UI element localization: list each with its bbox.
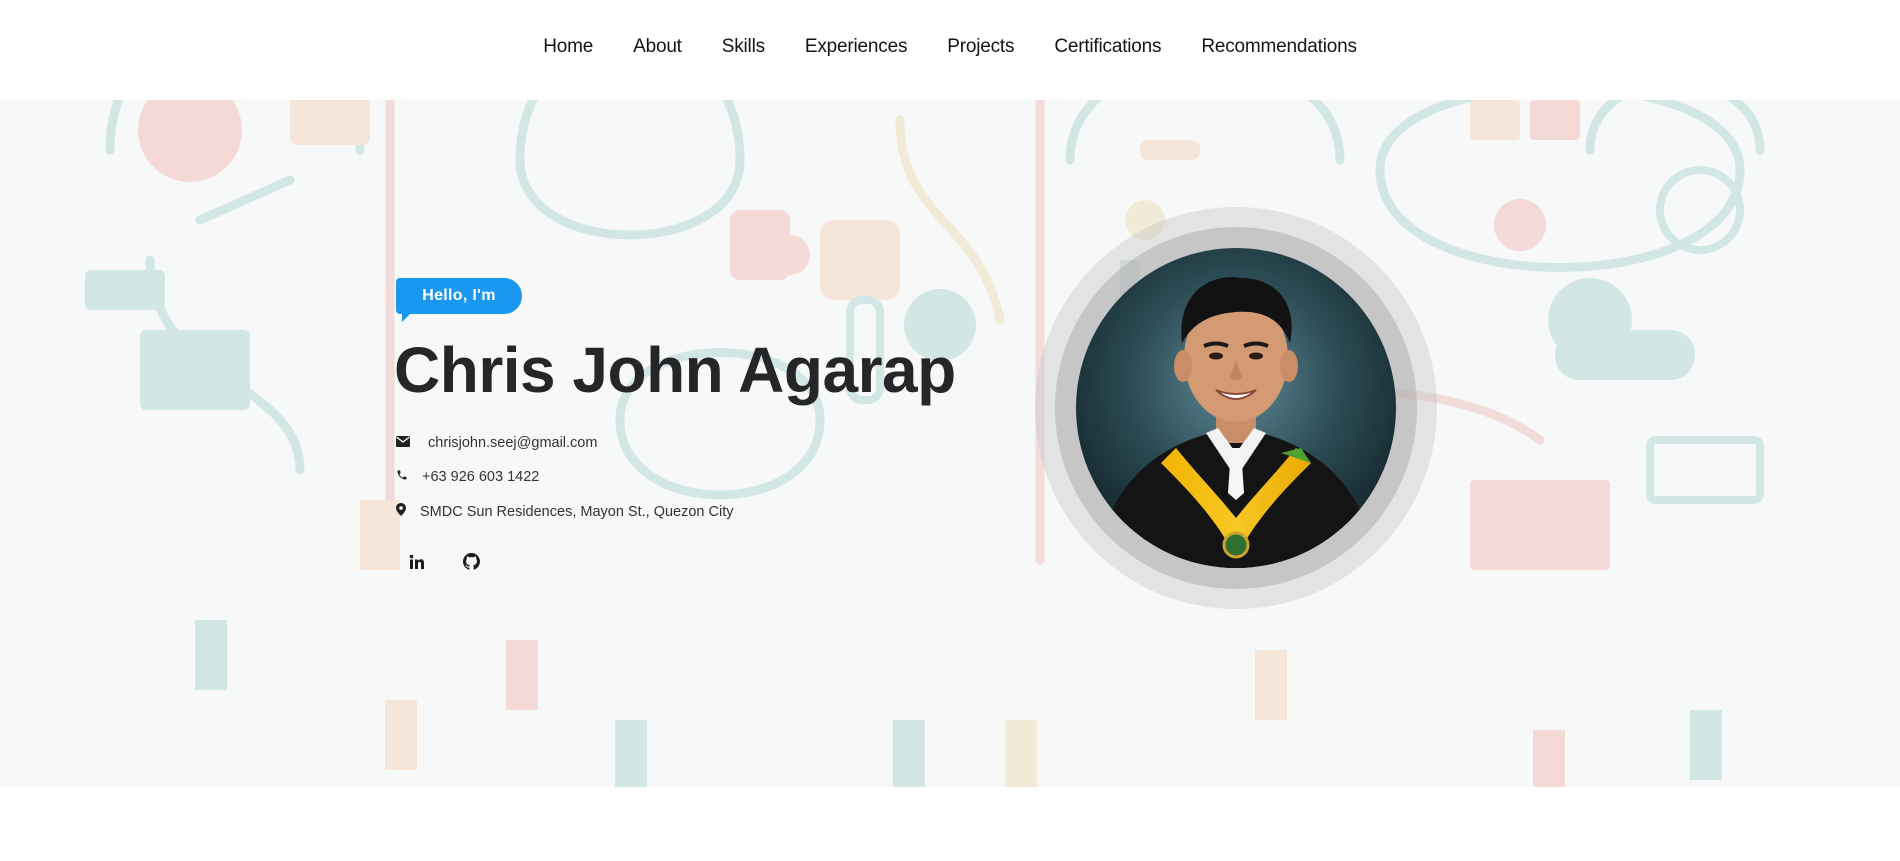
greeting-text: Hello, I'm bbox=[422, 287, 496, 304]
envelope-icon bbox=[396, 435, 414, 451]
top-navigation: Home About Skills Experiences Projects C… bbox=[0, 0, 1900, 100]
nav-skills[interactable]: Skills bbox=[702, 36, 785, 57]
hero-background-illustration bbox=[85, 100, 1765, 787]
nav-recommendations[interactable]: Recommendations bbox=[1181, 36, 1376, 57]
profile-photo-graphic bbox=[1076, 248, 1396, 568]
linkedin-link[interactable] bbox=[399, 549, 435, 579]
github-link[interactable] bbox=[453, 549, 489, 579]
linkedin-icon bbox=[409, 554, 425, 575]
contact-phone: +63 926 603 1422 bbox=[396, 469, 539, 485]
profile-name: Chris John Agarap bbox=[394, 334, 956, 406]
page: Home About Skills Experiences Projects C… bbox=[0, 0, 1900, 861]
contact-address: SMDC Sun Residences, Mayon St., Quezon C… bbox=[396, 503, 734, 520]
nav-home[interactable]: Home bbox=[523, 36, 613, 57]
profile-photo bbox=[1076, 248, 1396, 568]
map-marker-icon bbox=[396, 503, 414, 520]
email-text[interactable]: chrisjohn.seej@gmail.com bbox=[428, 435, 597, 451]
nav-about[interactable]: About bbox=[613, 36, 702, 57]
nav-list: Home About Skills Experiences Projects C… bbox=[0, 0, 1900, 94]
hero-section bbox=[0, 100, 1900, 787]
greeting-badge: Hello, I'm bbox=[396, 278, 522, 322]
below-hero-area bbox=[0, 787, 1900, 861]
phone-icon bbox=[396, 469, 414, 485]
nav-experiences[interactable]: Experiences bbox=[785, 36, 927, 57]
phone-text[interactable]: +63 926 603 1422 bbox=[422, 469, 539, 485]
nav-certifications[interactable]: Certifications bbox=[1034, 36, 1181, 57]
contact-email: chrisjohn.seej@gmail.com bbox=[396, 435, 597, 451]
address-text: SMDC Sun Residences, Mayon St., Quezon C… bbox=[420, 503, 734, 520]
github-icon bbox=[462, 553, 480, 575]
nav-projects[interactable]: Projects bbox=[927, 36, 1034, 57]
